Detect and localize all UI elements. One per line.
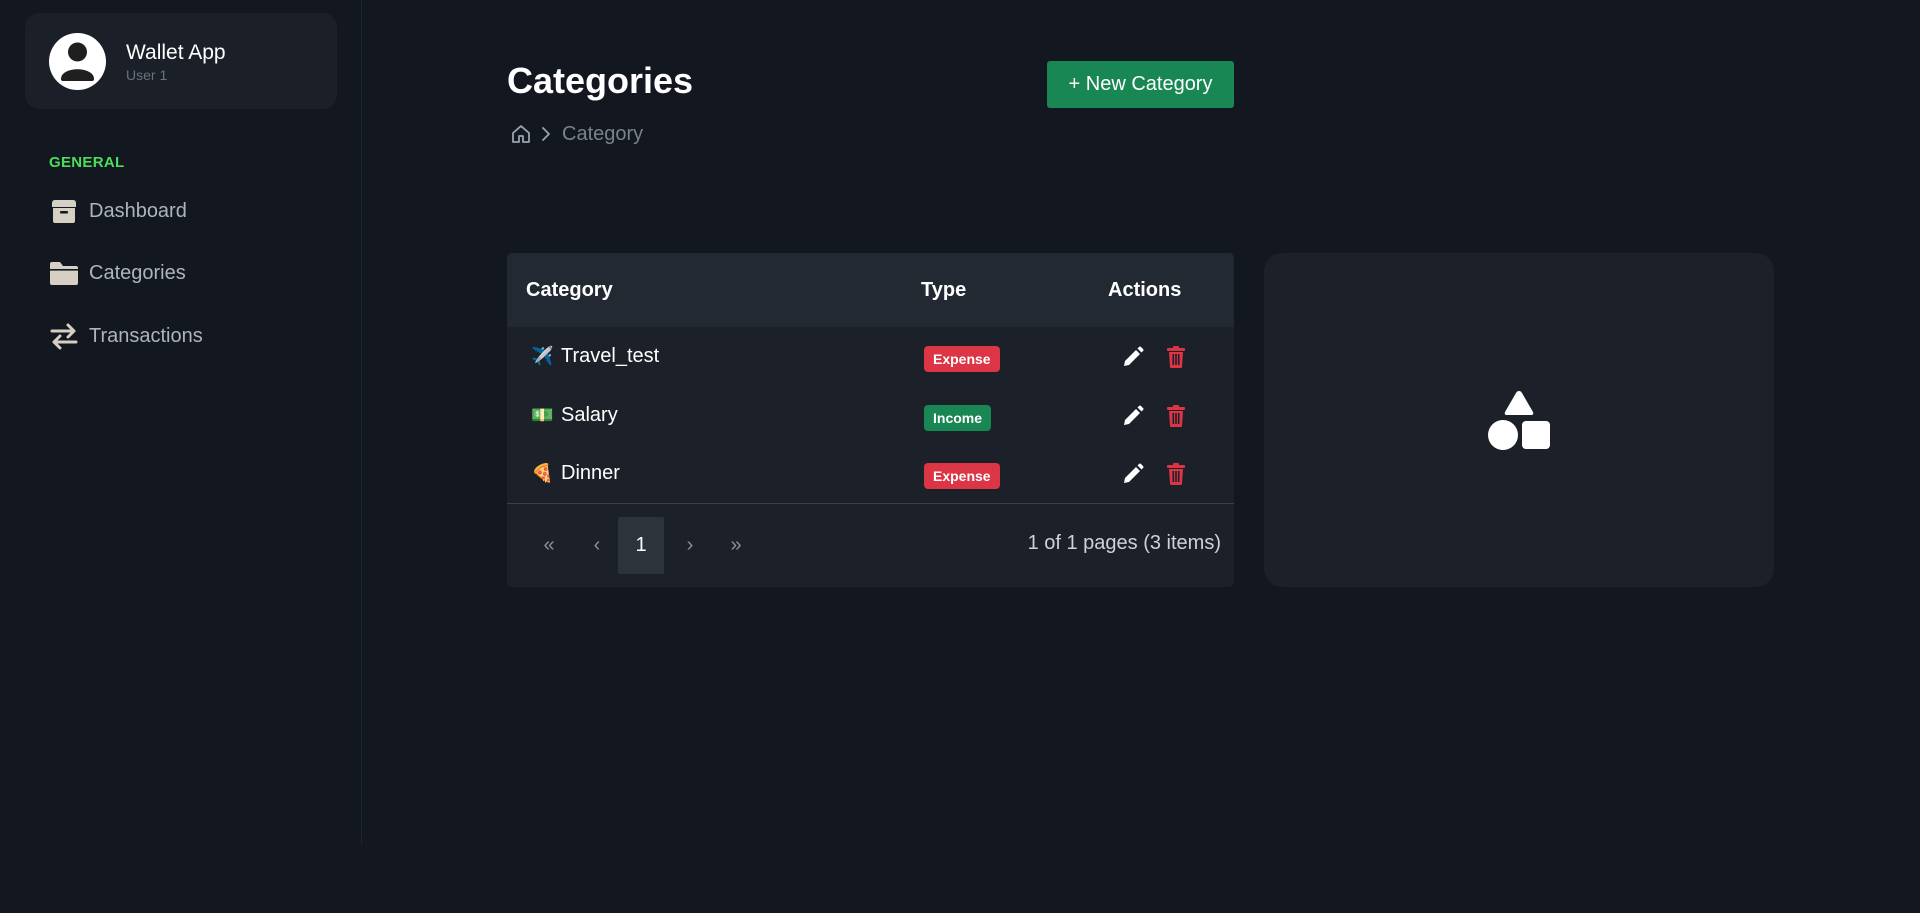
category-name: Dinner <box>561 461 620 484</box>
section-label-general: GENERAL <box>49 154 125 171</box>
category-emoji: ✈️ <box>531 345 554 366</box>
trash-icon[interactable] <box>1162 460 1190 488</box>
sidebar-item-label: Categories <box>89 261 186 284</box>
column-header-actions: Actions <box>1108 279 1182 301</box>
table-row[interactable]: 🍕 Dinner Expense <box>507 444 1234 502</box>
sidebar-item-dashboard[interactable]: Dashboard <box>49 191 187 231</box>
table-footer-divider <box>507 503 1234 504</box>
sidebar: Wallet App User 1 GENERAL Dashboard Cate… <box>0 0 362 845</box>
category-name: Salary <box>561 403 618 426</box>
trash-icon[interactable] <box>1162 402 1190 430</box>
sidebar-item-label: Transactions <box>89 324 203 347</box>
pencil-icon[interactable] <box>1119 343 1147 371</box>
user-name: User 1 <box>126 67 168 83</box>
folder-icon <box>49 258 79 288</box>
sidebar-item-transactions[interactable]: Transactions <box>49 316 203 356</box>
category-emoji: 💵 <box>531 404 554 425</box>
sidebar-item-label: Dashboard <box>89 199 187 222</box>
category-name: Travel_test <box>561 344 660 367</box>
table-row[interactable]: 💵 Salary Income <box>507 386 1234 444</box>
shapes-icon <box>1487 387 1551 451</box>
type-badge-income: Income <box>924 405 992 431</box>
pager-summary: 1 of 1 pages (3 items) <box>1027 532 1221 554</box>
type-badge-expense: Expense <box>924 346 1000 372</box>
column-header-type[interactable]: Type <box>921 279 966 302</box>
avatar <box>49 33 106 90</box>
table-header: Category Type Actions <box>507 253 1234 327</box>
trash-icon[interactable] <box>1162 343 1190 371</box>
pencil-icon[interactable] <box>1119 460 1147 488</box>
user-avatar-icon <box>61 42 94 81</box>
categories-table: Category Type Actions ✈️ Travel_test Exp… <box>507 253 1234 587</box>
category-preview-panel <box>1264 253 1774 587</box>
type-badge-expense: Expense <box>924 463 1000 489</box>
category-emoji: 🍕 <box>531 462 554 483</box>
breadcrumb: Category <box>510 120 643 148</box>
category-cell: 💵 Salary <box>531 402 618 428</box>
pencil-icon[interactable] <box>1119 402 1147 430</box>
new-category-button[interactable]: + New Category <box>1047 61 1234 108</box>
page-title: Categories <box>507 60 694 101</box>
category-cell: 🍕 Dinner <box>531 460 620 486</box>
sidebar-item-categories[interactable]: Categories <box>49 253 186 293</box>
chevron-right-icon <box>540 125 552 143</box>
table-row[interactable]: ✈️ Travel_test Expense <box>507 327 1234 385</box>
category-cell: ✈️ Travel_test <box>531 343 659 369</box>
arrows-exchange-icon <box>49 321 79 351</box>
breadcrumb-current: Category <box>562 122 644 145</box>
app-name: Wallet App <box>126 41 226 64</box>
column-header-category[interactable]: Category <box>526 279 613 302</box>
profile-card[interactable]: Wallet App User 1 <box>25 13 337 109</box>
home-icon[interactable] <box>510 123 532 145</box>
archive-box-icon <box>49 196 79 226</box>
